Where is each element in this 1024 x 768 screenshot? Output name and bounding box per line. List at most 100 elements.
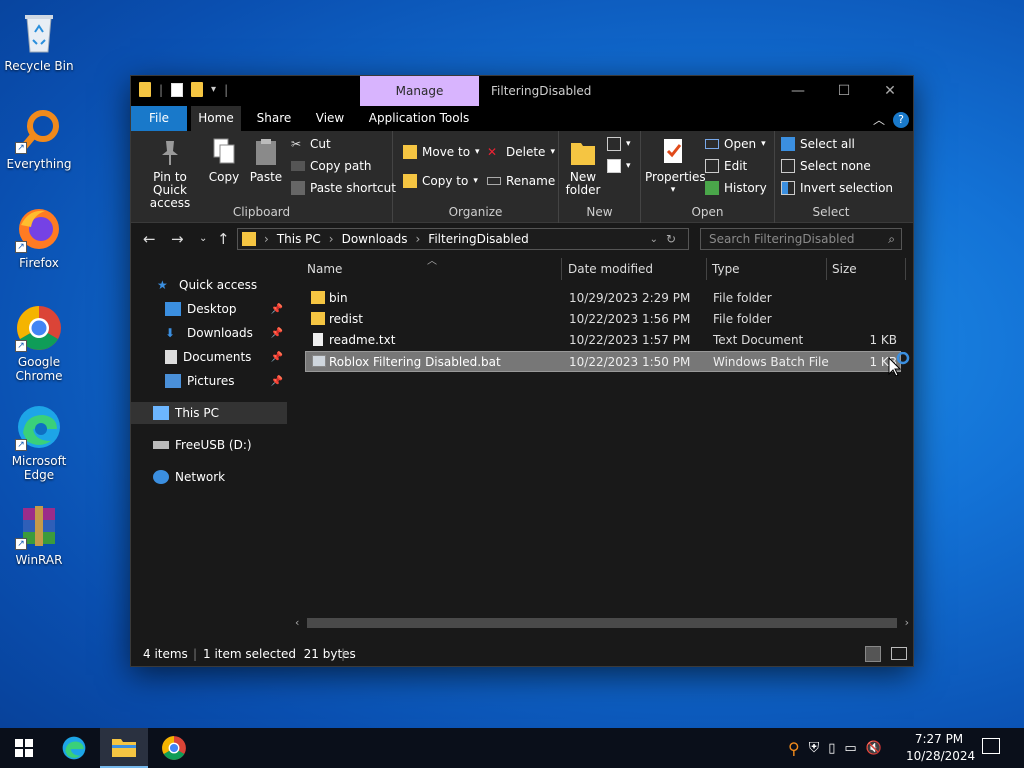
desktop-icon-winrar[interactable]: ↗ WinRAR [4,502,74,567]
tab-manage[interactable]: Manage [360,76,479,106]
breadcrumb-downloads[interactable]: Downloads [342,232,408,246]
security-shield-icon[interactable]: ⛨ [809,740,820,756]
breadcrumb-chevron-icon[interactable]: › [329,232,334,246]
easy-access-button[interactable]: ▾ [607,159,631,173]
column-header-size[interactable]: Size [832,256,857,282]
desktop-icon-everything[interactable]: ↗ Everything [4,106,74,171]
tab-view[interactable]: View [305,106,355,131]
copy-path-button[interactable]: Copy path [291,159,372,173]
breadcrumb-filteringdisabled[interactable]: FilteringDisabled [428,232,528,246]
nav-item-this-pc[interactable]: This PC [131,402,287,424]
nav-label: Network [175,470,226,484]
column-separator[interactable] [905,258,906,280]
breadcrumb-chevron-icon[interactable]: › [264,232,269,246]
back-arrow-icon[interactable]: ← [143,230,156,248]
network-icon[interactable]: ▭ [844,741,856,756]
cut-button[interactable]: ✂ Cut [291,137,331,151]
breadcrumb-chevron-icon[interactable]: › [415,232,420,246]
taskbar-file-explorer-button[interactable] [100,728,148,768]
copy-to-button[interactable]: Copy to ▾ [403,174,478,188]
forward-arrow-icon[interactable]: → [171,230,184,248]
move-to-label: Move to [422,145,471,159]
recent-locations-chevron-icon[interactable]: ⌄ [199,233,207,244]
desktop-icon-firefox[interactable]: ↗ Firefox [4,205,74,270]
scrollbar-thumb[interactable] [307,618,897,628]
nav-item-quick-access[interactable]: ★ Quick access [131,274,287,296]
minimize-button[interactable]: — [775,76,821,106]
nav-item-downloads[interactable]: ⬇ Downloads 📌 [131,322,287,344]
file-row-readme[interactable]: readme.txt 10/22/2023 1:57 PM Text Docum… [305,330,901,351]
desktop-icon-recycle-bin[interactable]: Recycle Bin [4,8,74,73]
move-to-button[interactable]: Move to ▾ [403,145,480,159]
details-view-icon[interactable] [865,646,881,662]
paste-shortcut-button[interactable]: Paste shortcut [291,181,396,195]
column-separator[interactable] [826,258,827,280]
chrome-icon [162,736,186,760]
column-separator[interactable] [706,258,707,280]
volume-muted-icon[interactable]: 🔇 [866,741,882,756]
collapse-ribbon-icon[interactable]: ︿ [873,111,885,128]
delete-button[interactable]: ✕ Delete ▾ [487,145,555,159]
properties-qat-icon[interactable] [171,82,184,97]
nav-item-desktop[interactable]: Desktop 📌 [131,298,287,320]
history-button[interactable]: History [705,181,767,195]
help-icon[interactable]: ? [893,111,909,128]
address-bar[interactable]: › This PC › Downloads › FilteringDisable… [237,228,689,250]
column-header-date-modified[interactable]: Date modified [568,256,653,282]
desktop-icon-edge[interactable]: ↗ Microsoft Edge [4,403,74,482]
desktop-icon-label: Google Chrome [15,355,63,383]
customize-qat-icon[interactable]: ▾ [211,84,216,95]
horizontal-scrollbar[interactable]: ‹ › [291,615,913,632]
tab-application-tools[interactable]: Application Tools [365,106,473,131]
edit-icon [705,159,719,173]
open-button[interactable]: Open ▾ [705,137,766,151]
file-row-redist[interactable]: redist 10/22/2023 1:56 PM File folder [305,309,901,330]
file-row-roblox-bat[interactable]: Roblox Filtering Disabled.bat 10/22/2023… [305,351,901,372]
select-all-button[interactable]: Select all [781,137,855,151]
everything-tray-icon[interactable]: ⚲ [788,739,800,758]
nav-item-pictures[interactable]: Pictures 📌 [131,370,287,392]
maximize-button[interactable]: ☐ [821,76,867,106]
up-arrow-icon[interactable]: ↑ [217,230,230,248]
column-separator[interactable] [561,258,562,280]
desktop-icon-label: Microsoft Edge [11,454,67,482]
start-button[interactable] [0,728,48,768]
desktop-icon-chrome[interactable]: ↗ Google Chrome [4,304,74,383]
usb-eject-icon[interactable]: ▯ [828,741,835,756]
scroll-left-icon[interactable]: ‹ [295,616,299,629]
breadcrumb-this-pc[interactable]: This PC [277,232,321,246]
tab-share[interactable]: Share [249,106,299,131]
invert-selection-button[interactable]: Invert selection [781,181,893,195]
edge-icon: ↗ [15,403,63,451]
new-item-button[interactable]: ▾ [607,137,631,151]
new-folder-button[interactable]: New folder [563,137,603,197]
column-header-type[interactable]: Type [712,256,740,282]
search-input[interactable]: Search FilteringDisabled ⌕ [700,228,902,250]
new-folder-qat-icon[interactable] [191,82,204,97]
select-none-button[interactable]: Select none [781,159,871,173]
notification-center-icon[interactable] [982,738,1000,754]
file-row-bin[interactable]: bin 10/29/2023 2:29 PM File folder [305,288,901,309]
edit-button[interactable]: Edit [705,159,747,173]
taskbar-chrome-button[interactable] [150,728,198,768]
tab-file[interactable]: File [131,106,187,131]
nav-item-network[interactable]: Network [131,466,287,488]
address-dropdown-icon[interactable]: ⌄ [650,234,658,245]
paste-button[interactable]: Paste [248,137,284,184]
pin-icon: 📌 [270,375,283,387]
clock[interactable]: 7:27 PM 10/28/2024 [906,731,975,765]
close-button[interactable]: ✕ [867,76,913,106]
pin-to-quick-access-button[interactable]: Pin to Quick access [137,137,203,210]
taskbar-edge-button[interactable] [50,728,98,768]
nav-item-freeusb[interactable]: FreeUSB (D:) [131,434,287,456]
tab-home[interactable]: Home [191,106,241,131]
properties-button[interactable]: Properties ▾ [645,137,706,197]
column-header-name[interactable]: Name [307,256,342,282]
nav-item-documents[interactable]: Documents 📌 [131,346,287,368]
scroll-right-icon[interactable]: › [905,616,909,629]
copy-button[interactable]: Copy [207,137,241,184]
history-icon [705,181,719,195]
rename-button[interactable]: Rename [487,174,555,188]
refresh-icon[interactable]: ↻ [666,232,676,246]
large-icons-view-icon[interactable] [891,647,907,660]
